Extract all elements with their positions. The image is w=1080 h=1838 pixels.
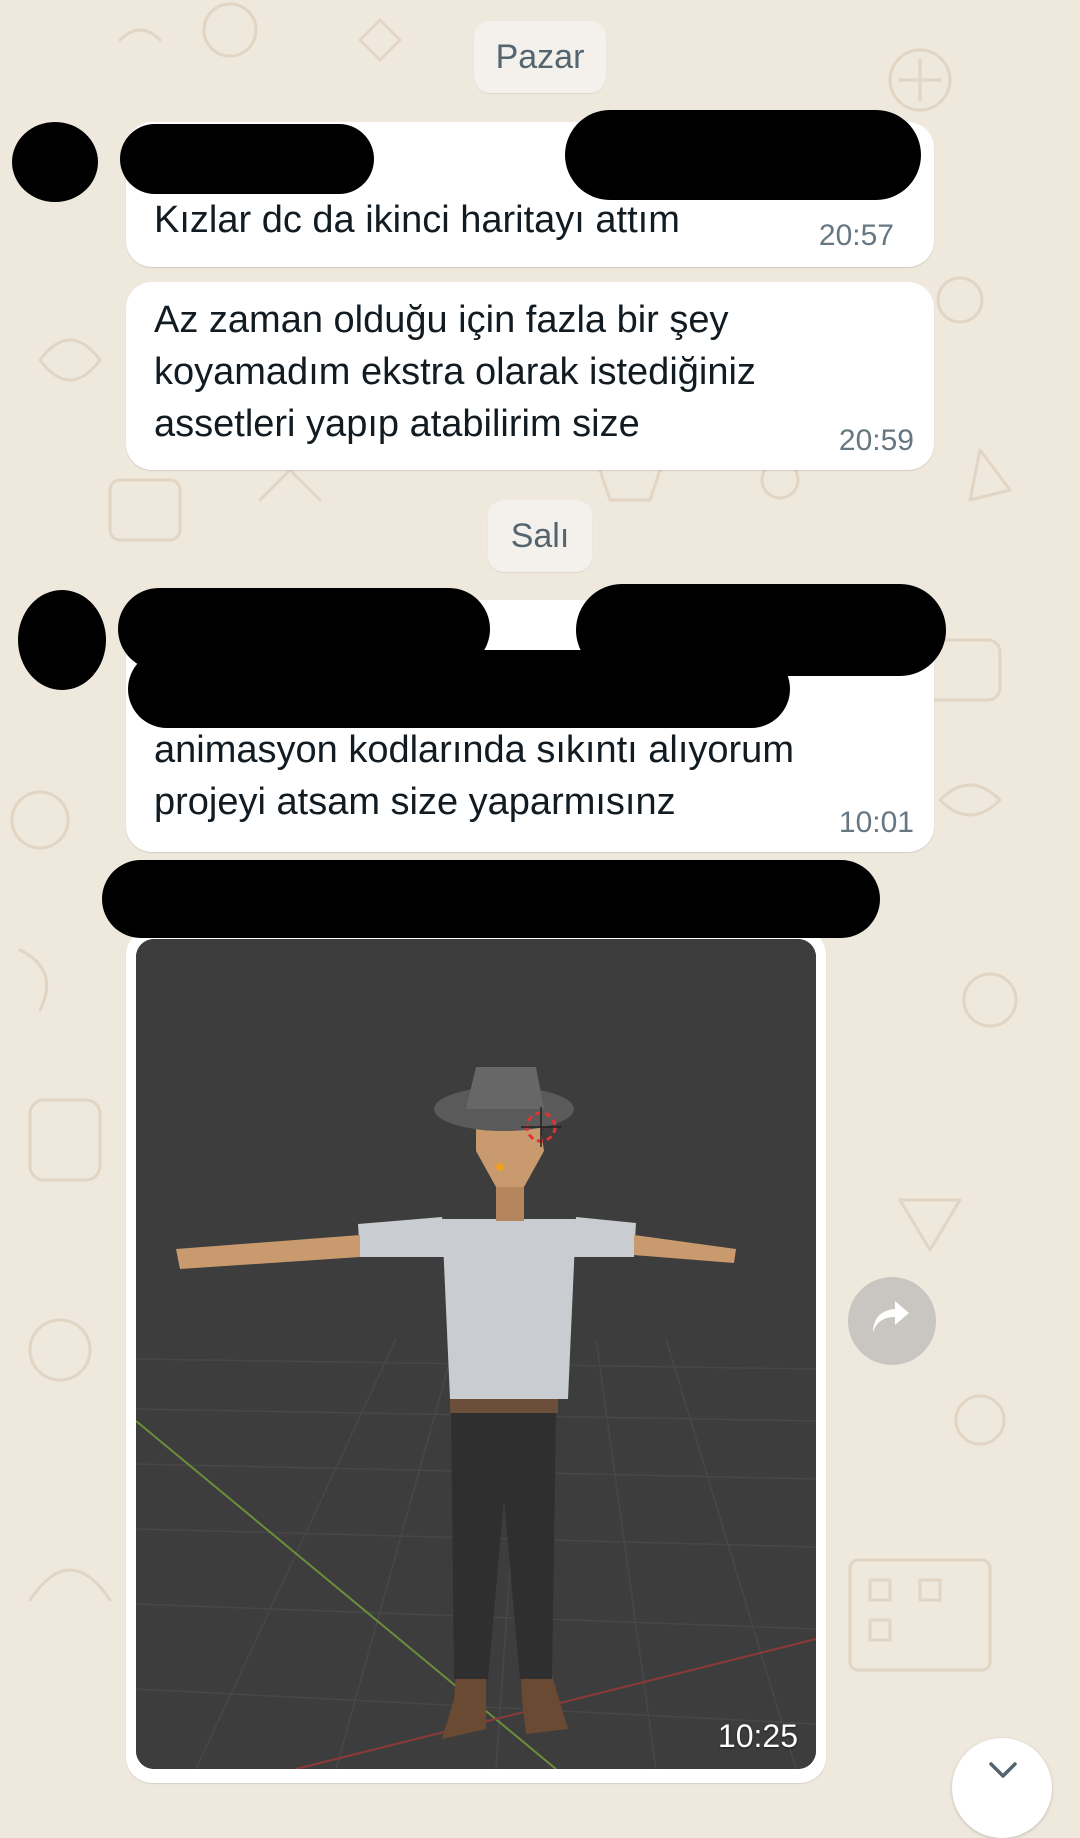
- image-message[interactable]: 10:25: [126, 929, 826, 1783]
- message-time: 20:59: [838, 424, 914, 457]
- date-separator: Pazar: [474, 21, 606, 93]
- redaction-sender-info: [565, 110, 921, 200]
- scroll-to-bottom-button[interactable]: [952, 1738, 1052, 1838]
- redaction-reply-quote: [128, 650, 790, 728]
- chevron-down-icon: [988, 1760, 1018, 1785]
- blender-viewport-image: [136, 939, 816, 1769]
- message-time: 20:57: [818, 219, 894, 252]
- redaction-sender-name: [120, 124, 374, 194]
- message-text: Az zaman olduğu için fazla bir şey koyam…: [154, 299, 756, 445]
- date-separator: Salı: [488, 500, 592, 572]
- forward-button[interactable]: [848, 1277, 936, 1365]
- message-text: animasyon kodlarında sıkıntı alıyorum pr…: [154, 729, 794, 823]
- date-label: Pazar: [495, 37, 585, 76]
- forward-icon: [869, 1299, 915, 1344]
- photo[interactable]: 10:25: [136, 939, 816, 1769]
- date-label: Salı: [510, 516, 570, 555]
- redaction-sender-name: [102, 860, 880, 938]
- message-bubble[interactable]: Az zaman olduğu için fazla bir şey koyam…: [126, 282, 934, 470]
- redaction-avatar: [18, 590, 106, 690]
- message-time: 10:01: [838, 806, 914, 839]
- message-text: Kızlar dc da ikinci haritayı attım: [154, 199, 680, 241]
- redaction-avatar: [12, 122, 98, 202]
- message-time: 10:25: [717, 1718, 798, 1754]
